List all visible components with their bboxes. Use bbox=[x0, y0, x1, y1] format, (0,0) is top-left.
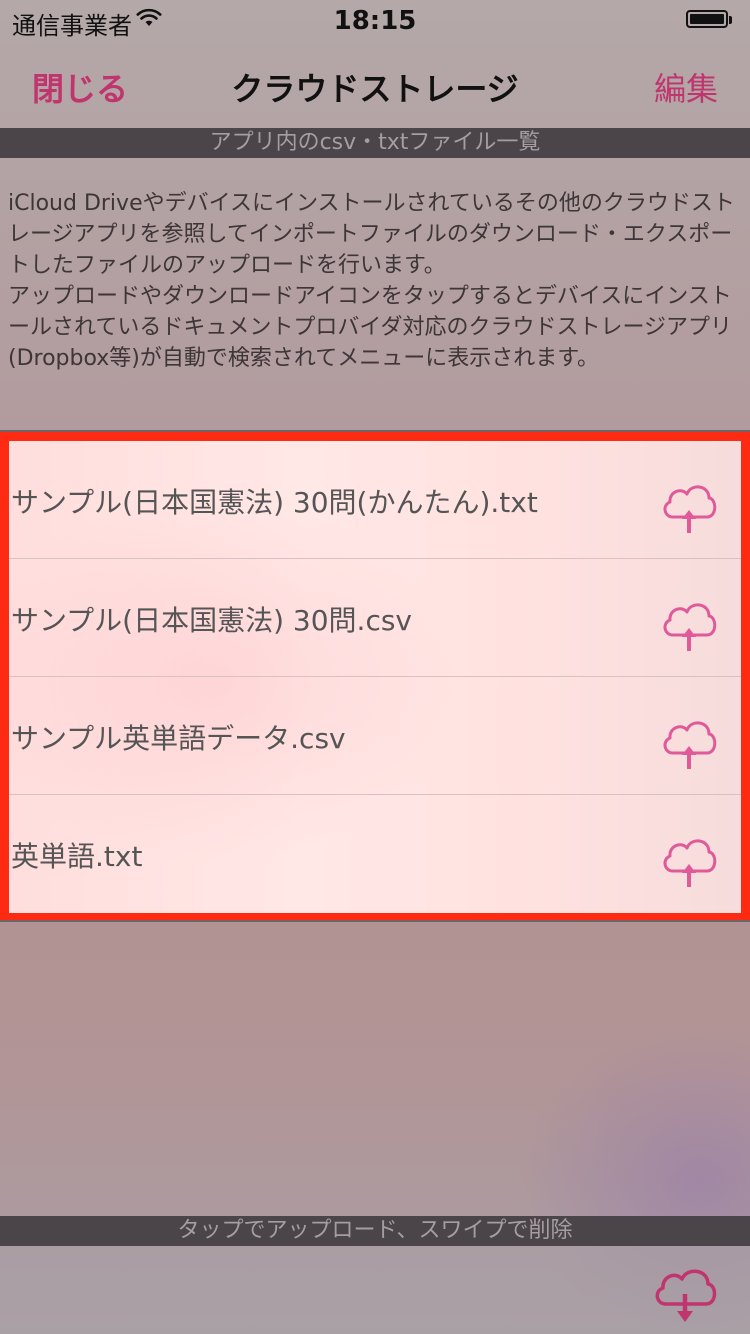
bottom-toolbar bbox=[0, 1246, 750, 1334]
list-divider bbox=[0, 920, 750, 922]
file-row[interactable]: サンプル(日本国憲法) 30問.csv bbox=[9, 559, 741, 677]
page-title: クラウドストレージ bbox=[231, 70, 519, 108]
cloud-download-icon[interactable] bbox=[650, 1260, 720, 1326]
navigation-bar: 閉じる クラウドストレージ 編集 bbox=[0, 40, 750, 128]
description-text: iCloud Driveやデバイスにインストールされているその他のクラウドストレ… bbox=[8, 191, 735, 371]
edit-button[interactable]: 編集 bbox=[654, 64, 718, 110]
file-list: サンプル(日本国憲法) 30問(かんたん).txt サンプル(日本国憲法) 30… bbox=[0, 432, 750, 922]
cloud-upload-icon[interactable] bbox=[659, 831, 719, 889]
footer-hint: タップでアップロード、スワイプで削除 bbox=[0, 1216, 750, 1246]
battery-icon bbox=[686, 10, 732, 28]
file-row[interactable]: サンプル(日本国憲法) 30問(かんたん).txt bbox=[9, 441, 741, 559]
cloud-upload-icon[interactable] bbox=[659, 595, 719, 653]
section-header: アプリ内のcsv・txtファイル一覧 bbox=[0, 128, 750, 158]
file-name: サンプル英単語データ.csv bbox=[11, 722, 346, 755]
status-time: 18:15 bbox=[333, 6, 417, 36]
cloud-upload-icon[interactable] bbox=[659, 713, 719, 771]
file-name: 英単語.txt bbox=[11, 840, 143, 873]
file-row[interactable]: サンプル英単語データ.csv bbox=[9, 677, 741, 795]
cloud-upload-icon[interactable] bbox=[659, 477, 719, 535]
file-name: サンプル(日本国憲法) 30問(かんたん).txt bbox=[11, 486, 538, 519]
status-bar: 通信事業者 18:15 bbox=[0, 0, 750, 40]
file-row[interactable]: 英単語.txt bbox=[9, 795, 741, 913]
file-name: サンプル(日本国憲法) 30問.csv bbox=[11, 604, 412, 637]
